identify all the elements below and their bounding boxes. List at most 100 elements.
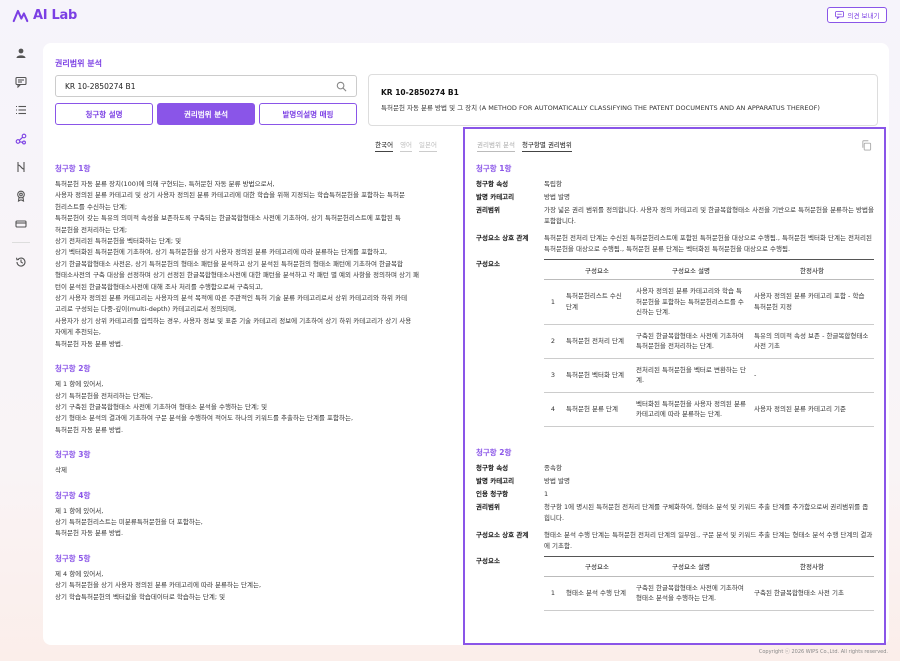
- header-no: [544, 259, 562, 280]
- nav-item-compare[interactable]: [10, 156, 32, 178]
- claim-block: 청구항 5항 제 4 항에 있어서, 상기 특허문헌을 상기 사용자 정의된 분류 …: [55, 553, 450, 603]
- tab-per-claim-scope[interactable]: 청구항별 권리범위: [521, 139, 572, 152]
- claim-description-button[interactable]: 청구항 설명: [55, 103, 153, 125]
- invention-category-value: 방법 발명: [544, 476, 570, 485]
- claim-line: 상기 학습특허문헌의 벡터값을 학습데이터로 학습하는 단계; 및: [55, 592, 226, 601]
- component-relation: 구성요소 상호 관계 형태소 분석 수행 단계는 특허문헌 전처리 단계의 일부임…: [476, 530, 874, 552]
- claim-line: 상기 특허문헌을 상기 사용자 정의된 분류 카테고리에 따라 분류하는 단계는…: [55, 581, 262, 590]
- table-row: 1 형태소 분석 수행 단계 구축된 한글복합형태소 사전에 기초하여 형태소 분석…: [544, 576, 874, 611]
- nav-item-history[interactable]: [10, 251, 32, 273]
- claim-scope: 권리범위 청구항 1에 명시된 특허문헌 전처리 단계를 구체화하여, 형태소 분…: [476, 502, 874, 524]
- component-desc: 구축된 한글복합형태소 사전에 기초하여 형태소 분석을 수행하는 단계.: [632, 576, 750, 611]
- components-block: 구성요소 구성요소 구성요소 설명 한정사항 1 형태소 분석 수행 단계 구축된 한글복합…: [476, 555, 874, 611]
- analysis-buttons: 청구항 설명 권리범위 분석 발명의설명 매핑: [55, 103, 357, 125]
- claim-category-value: 독립항: [544, 180, 562, 188]
- component-name: 특허문헌리스트 수신 단계: [562, 279, 632, 325]
- claim-title: 청구항 2항: [55, 364, 91, 374]
- claim-category-label: 청구항 속성: [476, 463, 509, 472]
- claim-title: 청구항 5항: [55, 553, 91, 563]
- claim-title: 청구항 4항: [55, 490, 91, 500]
- search-input[interactable]: KR 10-2850274 B1: [55, 75, 357, 97]
- scope-analysis-panel: 권리범위 분석 청구항별 권리범위 청구항 1항청구항 속성 독립항발명 카테고리…: [463, 127, 886, 645]
- claim-line: 특허문헌 자동 분류 방법.: [55, 425, 124, 434]
- table-header-row: 구성요소 구성요소 설명 한정사항: [544, 259, 874, 280]
- list-icon: [16, 105, 26, 115]
- component-no: 2: [544, 324, 562, 359]
- invention-category: 발명 카테고리 방법 발명: [476, 192, 874, 203]
- tab-japanese[interactable]: 일본어: [419, 139, 437, 152]
- claim-line: 삭제: [55, 466, 67, 475]
- description-mapping-button[interactable]: 발명의설명 매핑: [259, 103, 357, 125]
- component-desc: 사용자 정의된 분류 카테고리와 학습 특허문헌을 포함하는 특허문헌리스트를 …: [632, 279, 750, 325]
- header-no: [544, 555, 562, 577]
- component-no: 1: [544, 279, 562, 325]
- component-limit: 사용자 정의된 분류 카테고리 포함 - 학습 특허문헌 지정: [750, 279, 874, 325]
- compare-icon: [17, 162, 25, 172]
- component-name: 특허문헌 벡터화 단계: [562, 358, 632, 393]
- scope-tabs: 권리범위 분석 청구항별 권리범위: [477, 139, 572, 152]
- copy-icon[interactable]: [861, 140, 872, 151]
- nav-item-award[interactable]: [10, 185, 32, 207]
- claim-line: 고리로 구성되는 다중-깊이(multi-depth) 카테고리로서 정의되며,: [55, 305, 237, 314]
- claim-line: 헌리스트를 수신하는 단계;: [55, 202, 128, 211]
- nav-item-card[interactable]: [10, 213, 32, 235]
- component-limit: 사용자 정의된 분류 카테고리 기준: [750, 392, 874, 427]
- nav-item-profile[interactable]: [10, 42, 32, 64]
- scope-claim-title: 청구항 2항: [476, 447, 512, 457]
- component-relation-value: 특허문헌 전처리 단계는 수신된 특허문헌리스트에 포함된 특허문헌을 대상으로…: [544, 234, 872, 253]
- component-no: 4: [544, 392, 562, 427]
- component-limit: 구축된 한글복합형태소 사전 기초: [750, 576, 874, 611]
- logo[interactable]: AI Lab: [12, 8, 77, 23]
- tab-korean[interactable]: 한국어: [375, 139, 394, 152]
- claim-scope: 권리범위 가장 넓은 권리 범위를 정의합니다. 사용자 정의 카테고리 및 한글…: [476, 205, 874, 227]
- patent-title: 특허문헌 자동 분류 방법 및 그 장치 (A METHOD FOR AUTOM…: [381, 104, 820, 112]
- claim-scope-value: 청구항 1에 명시된 특허문헌 전처리 단계를 구체화하여, 형태소 분석 및 …: [544, 502, 869, 522]
- table-header: 한정사항: [750, 555, 874, 577]
- invention-category: 발명 카테고리 방법 발명: [476, 476, 874, 487]
- search-icon[interactable]: [336, 81, 347, 92]
- table-row: 4 특허문헌 분류 단계 벡터화된 특허문헌을 사용자 정의된 분류 카테고리에 따…: [544, 392, 874, 427]
- claim-line: 특허문헌 자동 분류 방법.: [55, 529, 124, 538]
- claim-line: 특허문헌이 갖는 특유의 의미적 속성을 보존하도록 구축되는 한글복합형태소 …: [55, 214, 401, 223]
- history-icon: [15, 257, 26, 267]
- claim-line: 턴이 분석된 한글복합형태소사전에 대해 조사 처리를 수행함으로써 구축되고,: [55, 282, 263, 291]
- table-header: 구성요소: [562, 555, 632, 577]
- claim-line: 형태소사전의 구축 대상을 선정하며 상기 선정된 한글복합형태소사전에 대한 …: [55, 271, 420, 280]
- patent-number: KR 10-2850274 B1: [381, 88, 459, 97]
- search-value: KR 10-2850274 B1: [65, 81, 136, 91]
- nav-item-scope-analysis[interactable]: [10, 128, 32, 150]
- feedback-button[interactable]: 의견 보내기: [827, 7, 887, 23]
- patent-info-box: KR 10-2850274 B1 특허문헌 자동 분류 방법 및 그 장치 (A…: [368, 74, 878, 126]
- claim-line: 상기 특허문헌리스트는 미분류특허문헌을 더 포함하는,: [55, 517, 203, 526]
- scope-analysis-button[interactable]: 권리범위 분석: [157, 103, 255, 125]
- claim-scope-value: 가장 넓은 권리 범위를 정의합니다. 사용자 정의 카테고리 및 한글복합형태…: [544, 206, 874, 225]
- claim-line: 상기 형태소 분석의 결과에 기초하여 구문 분석을 수행하여 적어도 하나의 …: [55, 414, 354, 423]
- table-header: 한정사항: [750, 259, 874, 280]
- claim-category-label: 청구항 속성: [476, 180, 509, 188]
- scope-claim-block: 청구항 1항청구항 속성 독립항발명 카테고리 방법 발명권리범위 가장 넓은 권리 …: [476, 163, 874, 427]
- scope-claim-title: 청구항 1항: [476, 164, 512, 173]
- claim-block: 청구항 4항 제 1 항에 있어서, 상기 특허문헌리스트는 미분류특허문헌을 더 …: [55, 490, 450, 540]
- claim-line: 사용자 정의된 분류 카테고리 및 상기 사용자 정의된 분류 카테고리에 대한…: [55, 191, 405, 200]
- tab-scope-analysis[interactable]: 권리범위 분석: [477, 139, 515, 152]
- nav-item-list[interactable]: [10, 99, 32, 121]
- top-bar: AI Lab 의견 보내기: [0, 0, 900, 32]
- side-nav: [10, 42, 32, 279]
- components-label: 구성요소: [476, 556, 500, 565]
- invention-category-label: 발명 카테고리: [476, 476, 515, 485]
- cited-claim: 인용 청구항 1: [476, 489, 874, 500]
- claim-line: 자에게 추천되는,: [55, 328, 101, 337]
- component-limit: -: [750, 358, 874, 393]
- claim-line: 허문헌을 전처리하는 단계;: [55, 225, 128, 234]
- claim-line: 상기 한글복합형태소 사전은, 상기 특허문헌의 형태소 패턴을 분석하고 상기…: [55, 259, 403, 268]
- component-desc: 전처리된 특허문헌을 벡터로 변환하는 단계.: [632, 358, 750, 393]
- cited-claim-value: 1: [544, 489, 549, 498]
- table-header: 구성요소 설명: [632, 555, 750, 577]
- claim-line: 상기 구축된 한글복합형태소 사전에 기초하여 형태소 분석을 수행하는 단계;…: [55, 402, 268, 411]
- claim-title: 청구항 1항: [55, 164, 91, 173]
- tab-english[interactable]: 영어: [400, 139, 413, 152]
- claim-block: 청구항 3항 삭제: [55, 449, 450, 476]
- claims-list: 청구항 1항 특허문헌 자동 분류 장치(100)에 의해 구현되는, 특허문헌 …: [55, 163, 450, 616]
- scope-claim-block: 청구항 2항 청구항 속성 종속항 발명 카테고리 방법 발명 인용 청구항 1 권리범위 청구…: [476, 447, 874, 611]
- nav-item-chat[interactable]: [10, 71, 32, 93]
